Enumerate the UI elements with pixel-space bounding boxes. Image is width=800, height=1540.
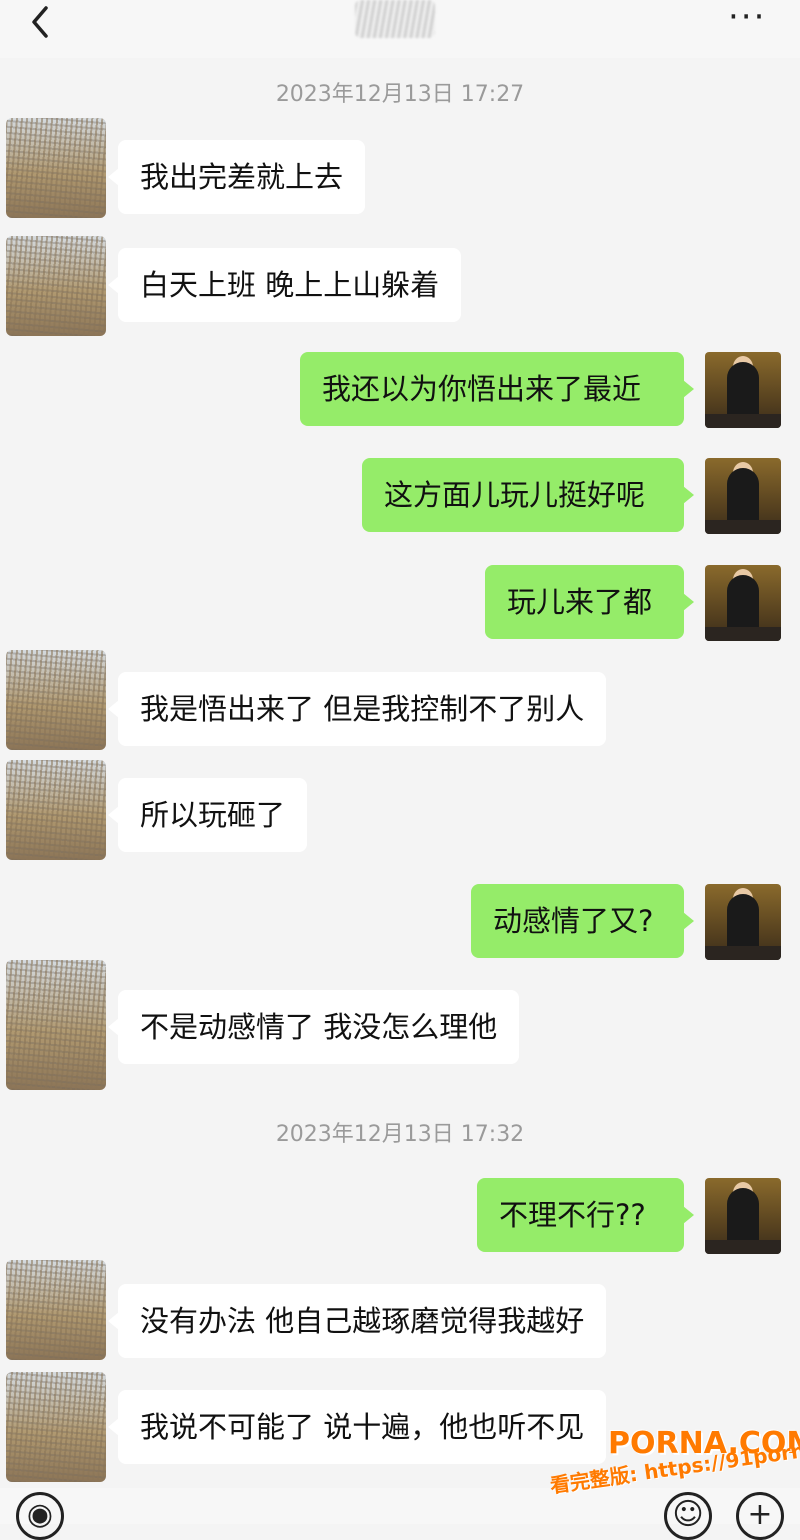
message-bubble-incoming[interactable]: 不是动感情了 我没怎么理他	[107, 990, 520, 1064]
message-bubble-outgoing[interactable]: 这方面儿玩儿挺好呢	[362, 458, 694, 532]
message-bubble-incoming[interactable]: 我说不可能了 说十遍，他也听不见	[107, 1390, 607, 1464]
message-bubble-outgoing[interactable]: 玩儿来了都	[485, 565, 694, 639]
chevron-left-icon	[32, 6, 48, 38]
contact-avatar[interactable]	[6, 118, 106, 218]
message-bubble-outgoing[interactable]: 不理不行??	[477, 1178, 694, 1252]
contact-avatar[interactable]	[6, 1260, 106, 1360]
self-avatar[interactable]	[705, 352, 781, 428]
message-bubble-incoming[interactable]: 我是悟出来了 但是我控制不了别人	[107, 672, 607, 746]
self-avatar[interactable]	[705, 458, 781, 534]
message-bubble-incoming[interactable]: 白天上班 晚上上山躲着	[107, 248, 462, 322]
message-bubble-outgoing[interactable]: 我还以为你悟出来了最近	[300, 352, 694, 426]
message-bubble-incoming[interactable]: 所以玩砸了	[107, 778, 308, 852]
contact-avatar[interactable]	[6, 960, 106, 1090]
timestamp: 2023年12月13日 17:32	[275, 1122, 525, 1147]
contact-name-blurred	[355, 0, 435, 38]
self-avatar[interactable]	[705, 565, 781, 641]
contact-avatar[interactable]	[6, 760, 106, 860]
chat-header: ···	[0, 0, 800, 58]
back-button[interactable]	[22, 2, 62, 42]
voice-button[interactable]: ◉	[16, 1492, 64, 1540]
self-avatar[interactable]	[705, 884, 781, 960]
more-button[interactable]: ···	[728, 0, 776, 34]
self-avatar[interactable]	[705, 1178, 781, 1254]
voice-icon: ◉	[26, 1497, 54, 1532]
contact-avatar[interactable]	[6, 236, 106, 336]
watermark: PORNA.COM 看完整版: https://91porna36.com	[548, 1425, 800, 1506]
message-bubble-incoming[interactable]: 没有办法 他自己越琢磨觉得我越好	[107, 1284, 607, 1358]
contact-avatar[interactable]	[6, 650, 106, 750]
message-bubble-outgoing[interactable]: 动感情了又?	[471, 884, 694, 958]
contact-avatar[interactable]	[6, 1372, 106, 1482]
timestamp: 2023年12月13日 17:27	[275, 82, 525, 107]
message-bubble-incoming[interactable]: 我出完差就上去	[107, 140, 366, 214]
